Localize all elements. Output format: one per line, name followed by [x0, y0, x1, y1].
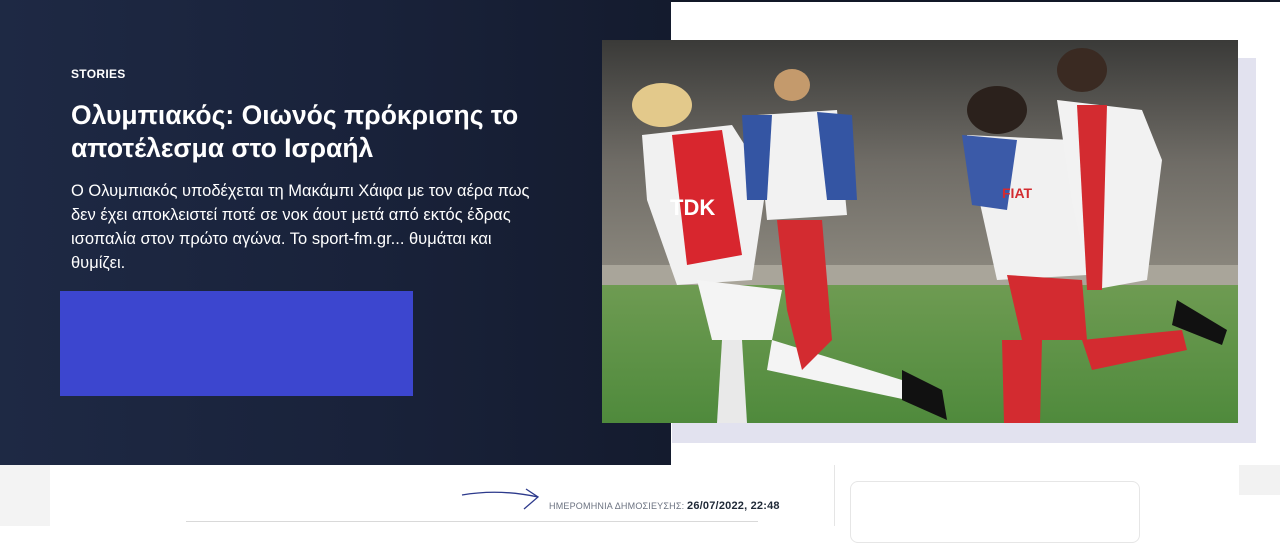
- left-sidebar-edge: [0, 465, 50, 526]
- section-label[interactable]: STORIES: [71, 67, 126, 81]
- football-match-photo: TDK FIAT: [602, 40, 1238, 423]
- article-headline[interactable]: Ολυμπιακός: Οιωνός πρόκρισης το αποτέλεσ…: [71, 99, 551, 165]
- publish-date: 26/07/2022, 22:48: [687, 500, 780, 512]
- publish-meta: ΗΜΕΡΟΜΗΝΙΑ ΔΗΜΟΣΙΕΥΣΗΣ: 26/07/2022, 22:4…: [549, 500, 780, 512]
- svg-text:TDK: TDK: [670, 195, 715, 220]
- article-photo[interactable]: TDK FIAT: [602, 40, 1238, 423]
- column-divider: [834, 465, 835, 526]
- top-border: [671, 0, 1280, 2]
- sidebar-card: [850, 481, 1140, 543]
- ad-banner-block[interactable]: [60, 291, 413, 396]
- publish-label: ΗΜΕΡΟΜΗΝΙΑ ΔΗΜΟΣΙΕΥΣΗΣ:: [549, 501, 685, 511]
- meta-divider: [186, 521, 758, 522]
- article-lede: Ο Ολυμπιακός υποδέχεται τη Μακάμπι Χάιφα…: [71, 182, 530, 272]
- svg-text:FIAT: FIAT: [1002, 185, 1033, 201]
- arrow-annotation-icon: [461, 488, 540, 510]
- right-edge-strip: [1239, 465, 1280, 495]
